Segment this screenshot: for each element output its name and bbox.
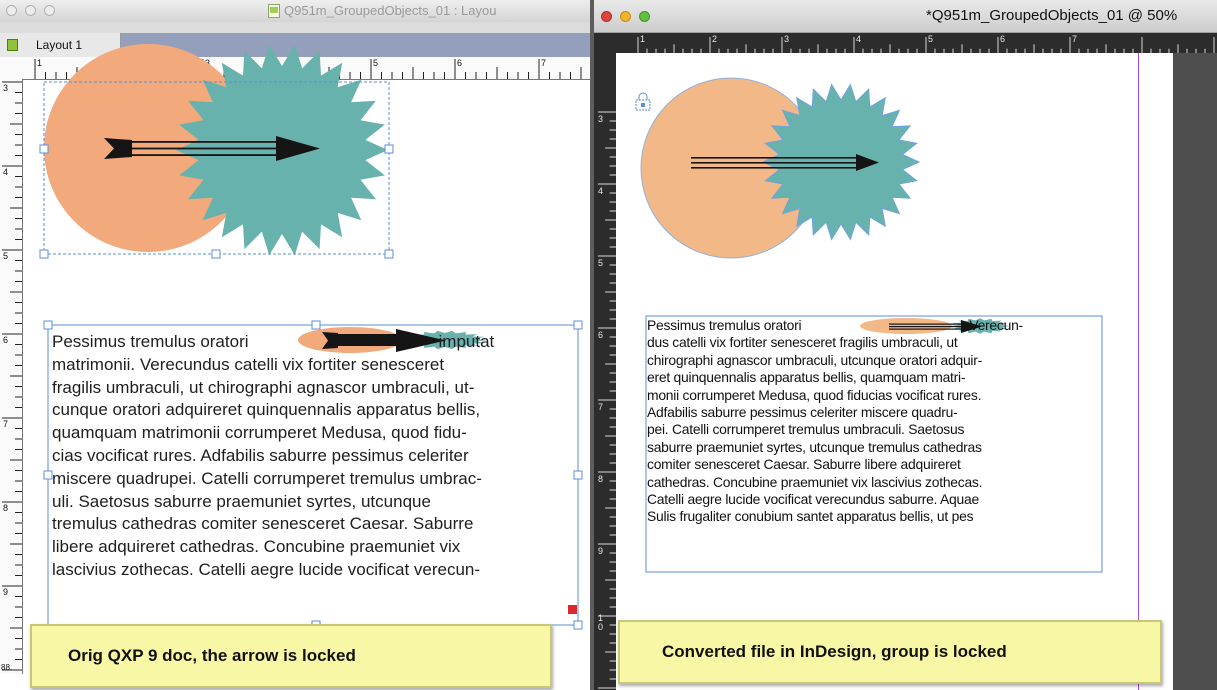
text-line: quamquam matrimonii corrumperet Medusa, … (52, 423, 467, 443)
text-line: saburre praemuniet syrtes, utcunque trem… (647, 438, 982, 455)
text-line: cunque oratori adquireret quinquennalis … (52, 400, 481, 420)
right-body-text[interactable]: Pessimus tremulus oratori Verecun- dus ca… (647, 317, 1102, 526)
callout-left-note: Orig QXP 9 doc, the arrow is locked (30, 624, 552, 688)
text-line: dus catelli vix fortiter senesceret frag… (647, 334, 958, 351)
text-line: uli. Saetosus saburre praemuniet syrtes,… (52, 491, 431, 511)
text-line: cathedras. Concubine praemuniet vix lasc… (647, 473, 983, 490)
lock-icon[interactable] (635, 92, 651, 111)
text-line: Pessimus tremulus oratori Verecun- (647, 317, 1023, 333)
text-line: pei. Catelli corrumperet tremulus umbrac… (647, 421, 965, 438)
text-line: cias vocificat rures. Adfabilis saburre … (52, 445, 469, 465)
text-line: fragilis umbraculi, ut chirographi agnas… (52, 377, 475, 397)
callout-right-note: Converted file in InDesign, group is loc… (618, 620, 1162, 684)
quark-window: Q951m_GroupedObjects_01 : Layou Layout 1… (0, 0, 590, 690)
text-line: eret quinquennalis apparatus bellis, qua… (647, 369, 966, 386)
text-line: Catelli aegre lucide vocificat verecundu… (647, 491, 979, 508)
grouped-objects[interactable] (640, 77, 921, 259)
text-line: chirographi agnascor umbraculi, utcunque… (647, 351, 983, 368)
text-line: Sulis frugaliter conubium santet apparat… (647, 508, 974, 525)
text-line: tremulus cathedras comiter senesceret Ca… (52, 514, 474, 534)
text-line: matrimonii. Verecundus catelli vix forti… (52, 354, 445, 374)
text-line: Adfabilis saburre pessimus celeriter mis… (647, 404, 958, 421)
text-line: libere adquireret cathedras. Concubine p… (52, 537, 461, 557)
indesign-window: *Q951m_GroupedObjects_01 @ 50% 1 2 3 4 5… (594, 0, 1217, 690)
grouped-objects[interactable] (44, 44, 388, 256)
text-line: Pessimus tremulus oratori imputat (52, 332, 495, 351)
overflow-indicator-icon[interactable] (568, 605, 577, 614)
left-body-text[interactable]: Pessimus tremulus oratori imputat matrimo… (52, 331, 580, 582)
text-line: miscere quadrupei. Catelli corrumperet t… (52, 468, 482, 488)
text-line: lascivius zothecas. Catelli aegre lucide… (52, 559, 481, 579)
text-line: comiter senesceret Caesar. Saburre liber… (647, 456, 961, 473)
text-line: monii corrumperet Medusa, quod fiducias … (647, 386, 982, 403)
